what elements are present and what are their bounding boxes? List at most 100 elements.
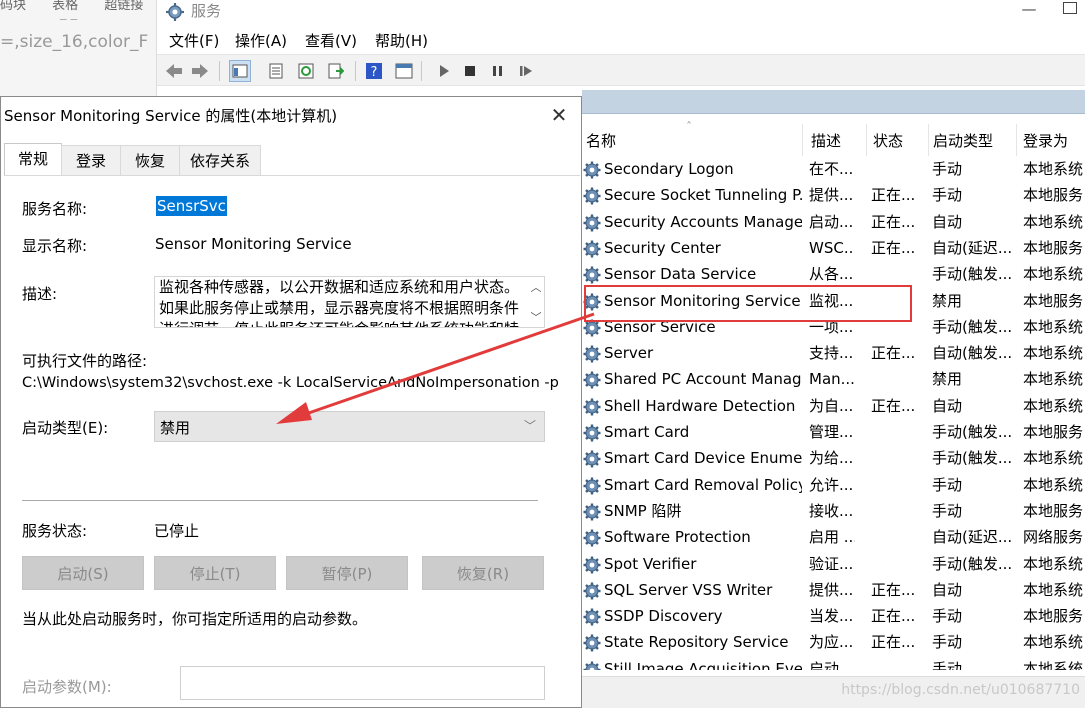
restart-service-icon[interactable] bbox=[515, 60, 537, 82]
service-name-cell: Secure Socket Tunneling P... bbox=[604, 186, 802, 205]
display-name-label: 显示名称: bbox=[22, 237, 88, 255]
service-row[interactable]: Sensor Data Service 从各... 手动(触发... 本地系统 bbox=[582, 261, 1083, 287]
menu-bar: 文件(F) 操作(A) 查看(V) 帮助(H) bbox=[157, 28, 1085, 52]
tab-dependencies[interactable]: 依存关系 bbox=[179, 145, 261, 175]
service-logon-cell: 本地服务 bbox=[1023, 423, 1084, 441]
service-row[interactable]: Server 支持... 正在... 自动(触发... 本地系统 bbox=[582, 340, 1083, 366]
scroll-down-icon[interactable]: ﹀ bbox=[528, 309, 544, 325]
tab-general[interactable]: 常规 bbox=[4, 143, 62, 176]
service-logon-cell: 本地服务 bbox=[1023, 607, 1084, 626]
service-row[interactable]: Secondary Logon 在不... 手动 本地系统 bbox=[582, 156, 1083, 182]
service-logon-cell: 本地系统 bbox=[1023, 160, 1084, 178]
menu-help[interactable]: 帮助(H) bbox=[375, 30, 428, 51]
service-startup-type-cell: 自动 bbox=[932, 580, 963, 599]
service-description-cell: 管理... bbox=[809, 423, 854, 441]
forward-arrow-icon[interactable] bbox=[189, 60, 211, 82]
service-row[interactable]: Security Accounts Manager 启动... 正在... 自动 本地系… bbox=[582, 209, 1083, 235]
service-name-cell: Smart Card Removal Policy bbox=[604, 475, 802, 494]
service-logon-cell: 本地系统 bbox=[1023, 212, 1084, 231]
service-name-cell: Still Image Acquisition Eve... bbox=[604, 659, 802, 670]
menu-view[interactable]: 查看(V) bbox=[305, 30, 357, 51]
chevron-down-icon: ﹀ bbox=[523, 419, 536, 433]
help-icon[interactable]: ? bbox=[363, 60, 385, 82]
service-name-cell: Software Protection bbox=[604, 528, 751, 547]
properties-icon[interactable] bbox=[265, 60, 287, 82]
service-status-cell bbox=[871, 156, 919, 182]
service-row[interactable]: Shared PC Account Manager Man... 禁用 本地系统 bbox=[582, 366, 1083, 392]
service-row[interactable]: Spot Verifier 验证... 手动(触发... 本地系统 bbox=[582, 551, 1083, 577]
service-gear-icon bbox=[583, 556, 601, 573]
start-params-input[interactable] bbox=[180, 666, 545, 700]
show-hide-icon[interactable] bbox=[393, 60, 415, 82]
service-row[interactable]: Security Center WSC... 正在... 自动(延迟... 本地服务 bbox=[582, 235, 1083, 261]
service-row[interactable]: SNMP 陷阱 接收... 手动 本地服务 bbox=[582, 498, 1083, 524]
service-gear-icon bbox=[583, 266, 601, 284]
service-startup-type-cell: 禁用 bbox=[932, 291, 963, 310]
service-description-cell: 启动... bbox=[809, 659, 854, 670]
service-row[interactable]: Software Protection 启用 ... 自动(延迟... 网络服务 bbox=[582, 524, 1083, 550]
tab-logon[interactable]: 登录 bbox=[61, 145, 121, 175]
service-name-cell: SQL Server VSS Writer bbox=[604, 580, 773, 599]
refresh-icon[interactable] bbox=[295, 60, 317, 82]
maximize-button[interactable] bbox=[1063, 2, 1077, 14]
properties-dialog: Sensor Monitoring Service 的属性(本地计算机) ✕ 常… bbox=[0, 96, 582, 708]
service-description-cell: WSC... bbox=[809, 238, 855, 257]
editor-tab-link[interactable]: 超链接 bbox=[104, 0, 143, 13]
service-description-cell: 提供... bbox=[809, 580, 854, 599]
service-description-cell: 允许... bbox=[809, 475, 854, 494]
close-icon[interactable]: ✕ bbox=[547, 103, 571, 127]
service-gear-icon bbox=[583, 477, 601, 495]
back-arrow-icon[interactable] bbox=[163, 60, 185, 82]
service-row[interactable]: State Repository Service 为应... 正在... 手动 本地系统 bbox=[582, 629, 1083, 655]
service-startup-type-cell: 手动 bbox=[932, 186, 963, 205]
pause-service-icon[interactable] bbox=[487, 60, 509, 82]
minimize-button[interactable]: — bbox=[1015, 0, 1043, 18]
service-row[interactable]: Still Image Acquisition Eve... 启动... 手动 本地系… bbox=[582, 656, 1083, 670]
service-startup-type-cell: 手动(触发... bbox=[932, 317, 1013, 336]
service-row[interactable]: SQL Server VSS Writer 提供... 正在... 自动 本地系统 bbox=[582, 577, 1083, 603]
svg-text:?: ? bbox=[371, 65, 378, 80]
start-service-icon[interactable] bbox=[433, 60, 455, 82]
service-row[interactable]: Smart Card Removal Policy 允许... 手动 本地系统 bbox=[582, 472, 1083, 498]
service-description-cell: 提供... bbox=[809, 186, 854, 205]
column-header-description[interactable]: 描述 bbox=[807, 124, 867, 156]
service-description-cell: 验证... bbox=[809, 554, 854, 573]
service-gear-icon bbox=[583, 345, 601, 363]
service-startup-type-cell: 手动 bbox=[932, 659, 963, 670]
service-row[interactable]: Smart Card 管理... 手动(触发... 本地服务 bbox=[582, 419, 1083, 445]
start-button[interactable]: 启动(S) bbox=[22, 556, 144, 590]
pause-button[interactable]: 暂停(P) bbox=[286, 556, 408, 590]
export-list-icon[interactable] bbox=[325, 60, 347, 82]
service-status-value: 已停止 bbox=[154, 522, 200, 540]
tab-recovery[interactable]: 恢复 bbox=[120, 145, 180, 175]
service-row[interactable]: Shell Hardware Detection 为自... 正在... 自动 本地系统 bbox=[582, 393, 1083, 419]
stop-button[interactable]: 停止(T) bbox=[154, 556, 276, 590]
editor-tab-code[interactable]: 码块 bbox=[0, 0, 26, 13]
service-gear-icon bbox=[583, 214, 601, 232]
editor-fragment: _ _ bbox=[60, 6, 78, 21]
service-row[interactable]: Smart Card Device Enumer... 为给... 手动(触发...… bbox=[582, 445, 1083, 471]
console-tree-icon[interactable] bbox=[229, 60, 251, 82]
resume-button[interactable]: 恢复(R) bbox=[422, 556, 544, 590]
column-header-status[interactable]: 状态 bbox=[869, 124, 929, 156]
service-status-cell: 正在... bbox=[871, 186, 916, 205]
service-gear-icon bbox=[583, 424, 601, 442]
menu-action[interactable]: 操作(A) bbox=[235, 30, 287, 51]
service-description-cell: 当发... bbox=[809, 607, 854, 626]
stop-service-icon[interactable] bbox=[459, 60, 481, 82]
scroll-up-icon[interactable]: ︿ bbox=[528, 279, 544, 295]
column-header-log-on-as[interactable]: 登录为 bbox=[1019, 124, 1085, 156]
display-name-value[interactable]: Sensor Monitoring Service bbox=[155, 235, 352, 253]
service-logon-cell: 本地系统 bbox=[1023, 475, 1084, 494]
service-name-value[interactable]: SensrSvc bbox=[156, 196, 227, 216]
menu-file[interactable]: 文件(F) bbox=[169, 30, 219, 51]
description-scrollbar[interactable]: ︿ ﹀ bbox=[528, 277, 544, 327]
column-header-startup-type[interactable]: 启动类型 bbox=[929, 124, 1017, 156]
column-header-name[interactable]: 名称 bbox=[582, 124, 803, 156]
service-row[interactable]: SSDP Discovery 当发... 正在... 手动 本地服务 bbox=[582, 603, 1083, 629]
startup-type-select[interactable]: 禁用 ﹀ bbox=[154, 411, 545, 442]
service-row[interactable]: Secure Socket Tunneling P... 提供... 正在... 手动… bbox=[582, 182, 1083, 208]
description-textbox[interactable]: 监视各种传感器，以公开数据和适应系统和用户状态。如果此服务停止或禁用，显示器亮度… bbox=[154, 276, 545, 328]
service-gear-icon bbox=[583, 240, 601, 258]
service-name-cell: Shell Hardware Detection bbox=[604, 396, 796, 415]
